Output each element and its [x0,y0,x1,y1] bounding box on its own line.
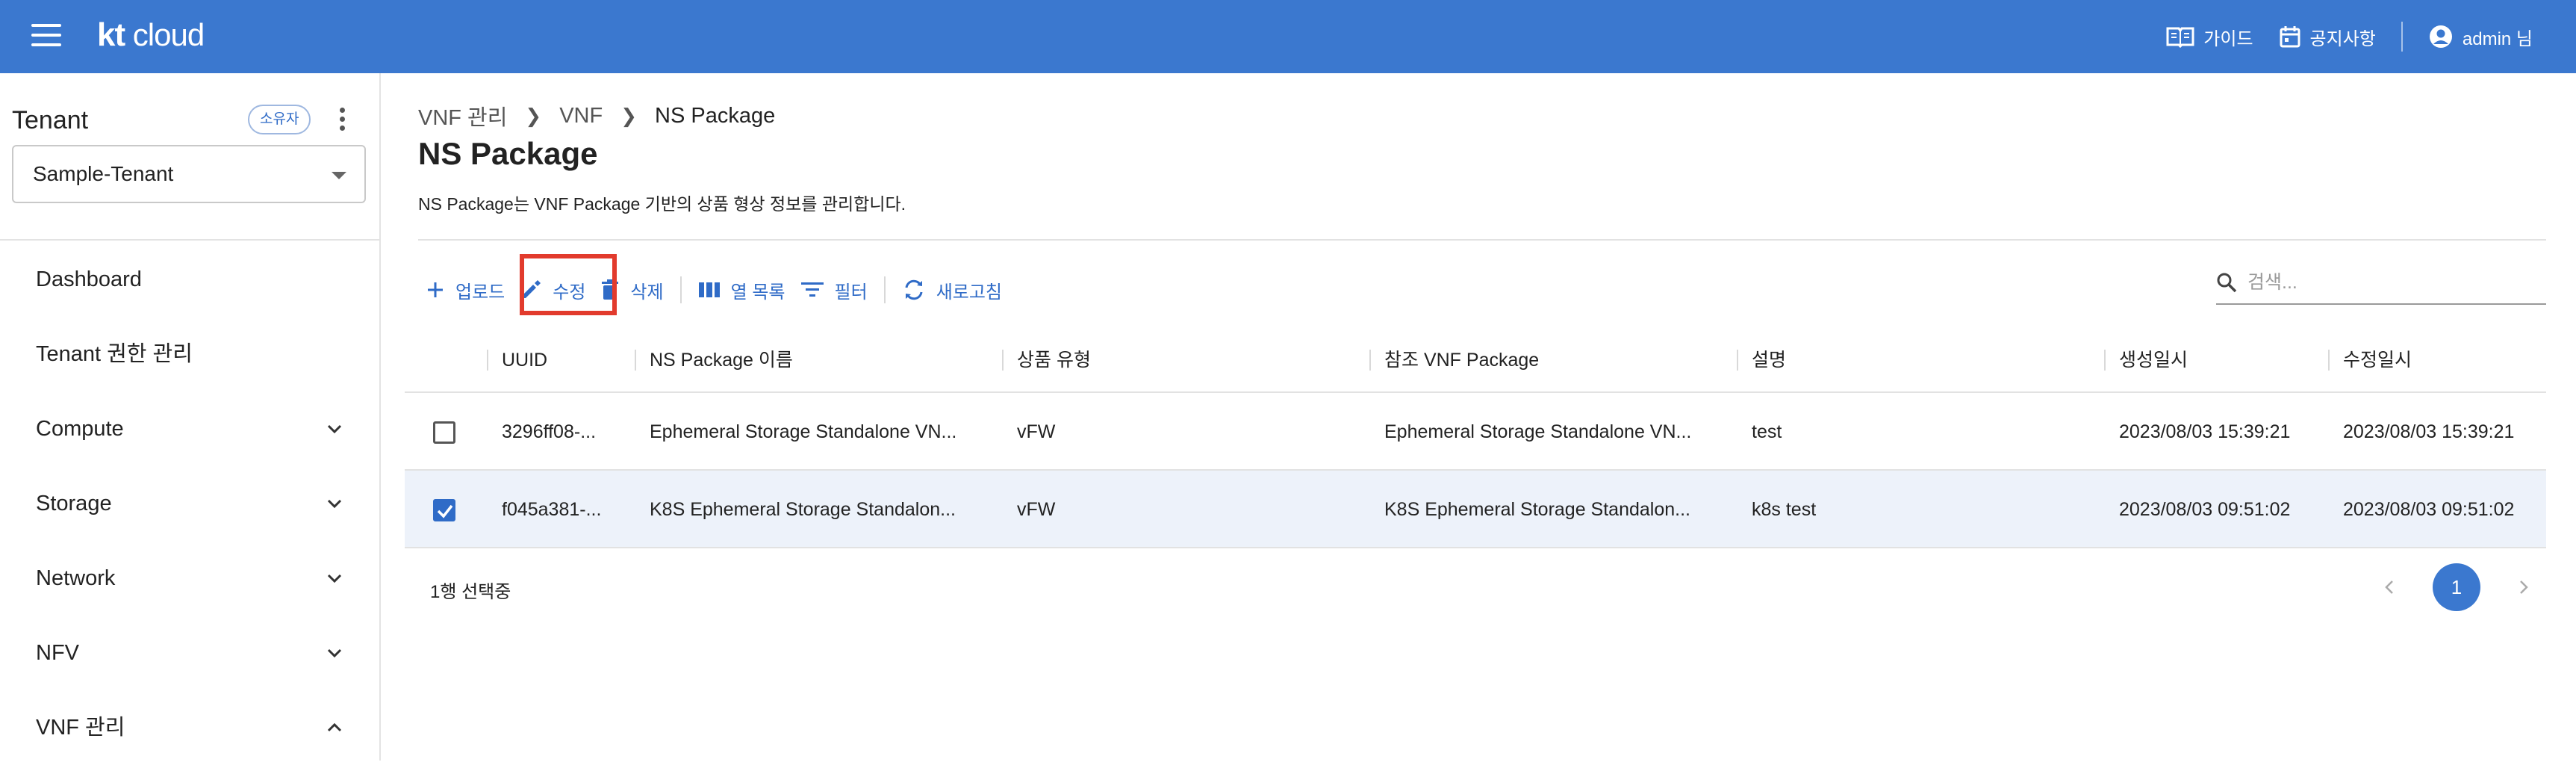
next-page-button[interactable] [2500,564,2546,610]
prev-page-button[interactable] [2367,564,2413,610]
search-input[interactable] [2247,271,2531,294]
cell-created: 2023/08/03 09:51:02 [2119,499,2291,520]
columns-icon [698,282,720,297]
column-header-modified[interactable]: 수정일시 [2328,327,2546,393]
column-header-description[interactable]: 설명 [1737,327,2103,393]
search-box[interactable] [2216,261,2546,305]
menu-icon[interactable] [31,24,61,49]
user-menu[interactable]: admin 님 [2428,24,2533,50]
sidebar-item-nfv[interactable]: NFV [0,616,379,690]
column-header-uuid[interactable]: UUID [487,327,636,393]
filter-button[interactable]: 필터 [793,269,875,311]
column-header-ref-vnf-package[interactable]: 참조 VNF Package [1369,327,1735,393]
table-row[interactable]: f045a381-... K8S Ephemeral Storage Stand… [405,471,2546,548]
toolbar-divider [883,276,886,303]
cell-description: test [1752,421,1782,442]
cell-name: Ephemeral Storage Standalone VN... [650,421,957,442]
delete-button[interactable]: 삭제 [593,269,671,311]
chevron-down-icon [327,424,342,434]
search-icon [2217,273,2237,293]
toolbar-divider [679,276,682,303]
dropdown-arrow-icon [332,172,346,179]
cell-uuid: 3296ff08-... [502,421,597,442]
ns-package-table: UUID NS Package 이름 상품 유형 참조 VNF Package … [405,327,2546,548]
sidebar-item-network[interactable]: Network [0,541,379,616]
notice-link[interactable]: 공지사항 [2279,24,2376,50]
cell-uuid: f045a381-... [502,499,602,520]
page-title: NS Package [418,136,598,171]
chevron-up-icon [327,722,342,732]
breadcrumb-vnf[interactable]: VNF [559,104,603,128]
refresh-button[interactable]: 새로고침 [895,269,1009,311]
title-divider [418,239,2546,241]
pencil-icon [523,280,541,298]
sidebar-item-compute[interactable]: Compute [0,391,379,466]
row-checkbox[interactable] [433,421,455,444]
table-footer: 1행 선택중 1 [418,551,2546,623]
more-vert-icon[interactable] [335,108,349,134]
cell-ref-vnf-package: Ephemeral Storage Standalone VN... [1384,421,1692,442]
page-description: NS Package는 VNF Package 기반의 상품 형상 정보를 관리… [418,194,906,214]
sidebar-item-storage[interactable]: Storage [0,466,379,541]
account-icon [2429,25,2452,48]
cell-ref-vnf-package: K8S Ephemeral Storage Standalon... [1384,499,1690,520]
page-number-button[interactable]: 1 [2433,563,2480,611]
refresh-icon [905,279,923,300]
sidebar-item-dashboard[interactable]: Dashboard [0,242,379,317]
column-header-name[interactable]: NS Package 이름 [635,327,1001,393]
book-icon [2166,27,2194,48]
breadcrumb: VNF 관리 ❯ VNF ❯ NS Package [418,100,775,131]
cell-name: K8S Ephemeral Storage Standalon... [650,499,956,520]
guide-link[interactable]: 가이드 [2166,24,2253,50]
chevron-down-icon [327,499,342,509]
cell-description: k8s test [1752,499,1817,520]
column-header-created[interactable]: 생성일시 [2104,327,2328,393]
calendar-icon [2280,26,2300,48]
main-content: VNF 관리 ❯ VNF ❯ NS Package NS Package NS … [405,73,2546,761]
cell-type: vFW [1017,499,1056,520]
chevron-down-icon [327,574,342,583]
table-row[interactable]: 3296ff08-... Ephemeral Storage Standalon… [405,393,2546,471]
sidebar-nav: Dashboard Tenant 권한 관리 Compute Storage N… [0,242,379,765]
sidebar: Tenant 소유자 Sample-Tenant Dashboard Tenan… [0,73,381,761]
selected-count: 1행 선택중 [430,582,511,602]
cell-created: 2023/08/03 15:39:21 [2119,421,2291,442]
header-divider [2401,22,2403,52]
sidebar-item-tenant-permission[interactable]: Tenant 권한 관리 [0,317,379,391]
breadcrumb-ns-package: NS Package [655,103,776,128]
cell-modified: 2023/08/03 09:51:02 [2343,499,2515,520]
kt-cloud-logo[interactable]: kt cloud [97,16,205,54]
owner-badge: 소유자 [248,105,311,134]
chevron-left-icon [2385,580,2393,594]
upload-button[interactable]: 업로드 [418,269,512,311]
chevron-right-icon: ❯ [525,104,542,127]
filter-icon [800,282,824,297]
sidebar-divider [0,239,379,241]
tenant-title: Tenant [12,106,89,134]
trash-icon [602,279,619,300]
edit-button[interactable]: 수정 [512,269,593,311]
toolbar: 업로드 수정 삭제 열 목록 필터 새로고침 [418,269,1009,311]
chevron-right-icon [2520,580,2528,594]
breadcrumb-vnf-management[interactable]: VNF 관리 [418,100,507,131]
chevron-down-icon [327,648,342,658]
table-header: UUID NS Package 이름 상품 유형 참조 VNF Package … [405,327,2546,393]
column-list-button[interactable]: 열 목록 [691,269,793,311]
sidebar-item-vnf-management[interactable]: VNF 관리 [0,690,379,765]
row-checkbox[interactable] [433,499,455,521]
pagination: 1 [2367,563,2546,611]
plus-icon [428,282,443,297]
cell-type: vFW [1017,421,1056,442]
chevron-right-icon: ❯ [620,104,638,127]
top-header: kt cloud 가이드 공지사항 admin 님 [0,0,2576,73]
tenant-select[interactable]: Sample-Tenant [12,145,366,203]
column-header-type[interactable]: 상품 유형 [1002,327,1368,393]
check-icon [437,504,453,518]
cell-modified: 2023/08/03 15:39:21 [2343,421,2515,442]
